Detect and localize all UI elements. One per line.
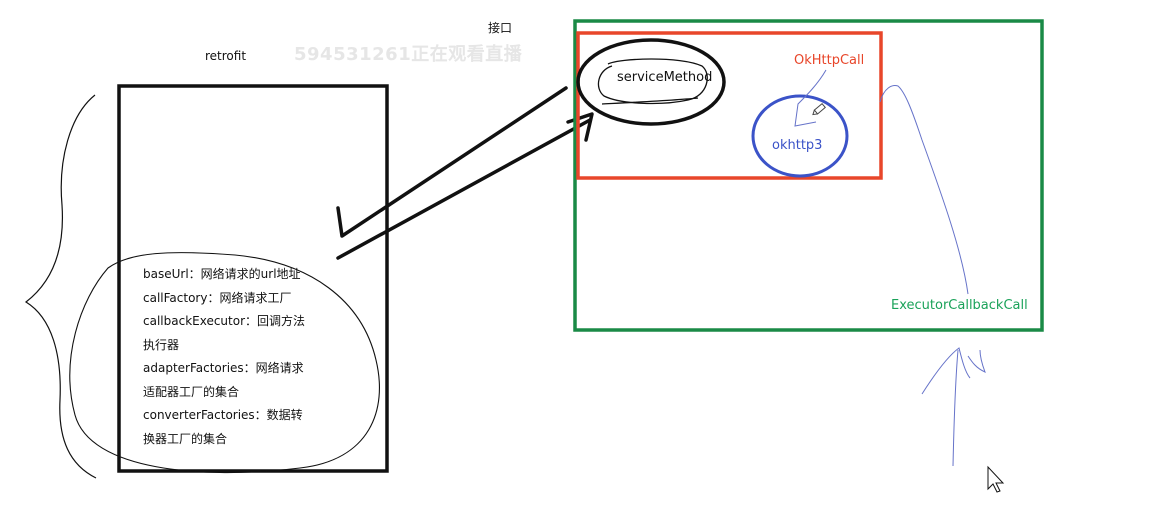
viewer-watermark: 594531261正在观看直播 (294, 44, 523, 65)
retrofit-fields-list: baseUrl：网络请求的url地址 callFactory：网络请求工厂 ca… (143, 263, 343, 451)
field-line: 适配器工厂的集合 (143, 384, 240, 399)
field-line: baseUrl：网络请求的url地址 (143, 267, 301, 281)
mouse-cursor-icon (987, 465, 1005, 493)
field-line: callbackExecutor：回调方法 (143, 314, 306, 328)
left-brace (24, 94, 97, 479)
pencil-icon (812, 102, 826, 116)
okhttp3-label: okhttp3 (772, 138, 823, 153)
field-line: converterFactories：数据转 (143, 408, 303, 422)
executor-callback-call-label: ExecutorCallbackCall (891, 298, 1028, 313)
up-arrow (921, 347, 986, 467)
arrow-line-2 (336, 118, 592, 260)
field-line: adapterFactories：网络请求 (143, 361, 304, 375)
arrow-line-1 (336, 86, 568, 238)
service-method-label: serviceMethod (617, 70, 713, 85)
field-line: 执行器 (143, 337, 180, 352)
callback-link (879, 85, 969, 295)
retrofit-title: retrofit (205, 49, 247, 63)
okhttp3-circle (751, 94, 849, 178)
field-line: callFactory：网络请求工厂 (143, 290, 292, 305)
interface-title: 接口 (488, 21, 513, 35)
okhttpcall-label: OkHttpCall (794, 53, 865, 68)
field-line: 换器工厂的集合 (143, 431, 228, 446)
